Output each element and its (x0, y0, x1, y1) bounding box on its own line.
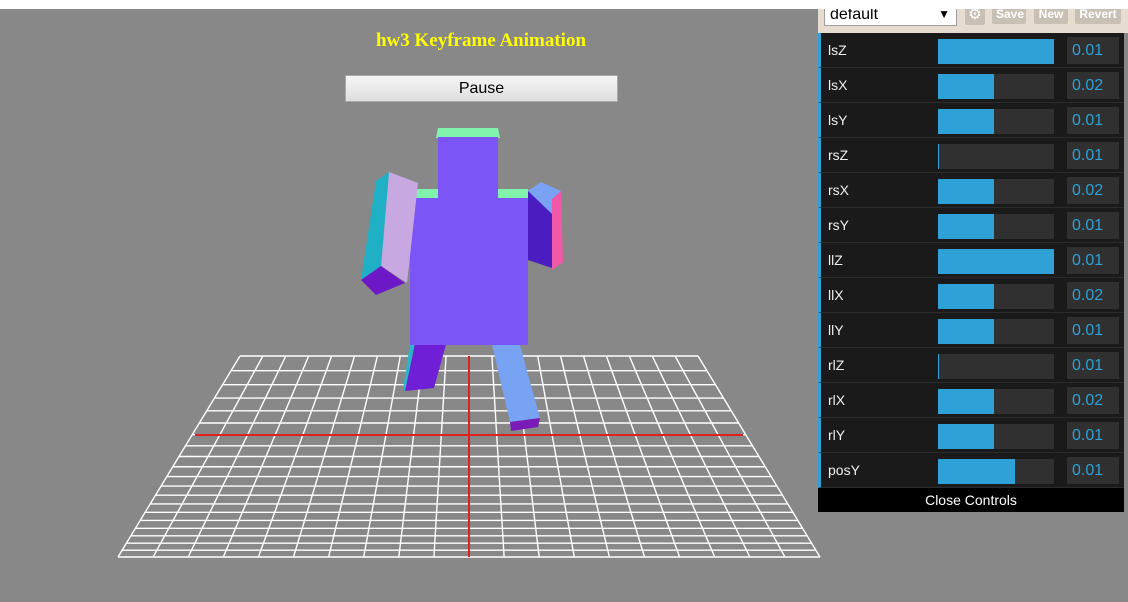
control-row-rlX: rlX 0.02 (818, 383, 1124, 418)
number-input-rlX[interactable]: 0.02 (1067, 387, 1119, 414)
control-label: rlX (828, 392, 846, 408)
number-input-rlY[interactable]: 0.01 (1067, 422, 1119, 449)
number-input-lsX[interactable]: 0.02 (1067, 72, 1119, 99)
slider-rlZ[interactable] (938, 354, 1054, 379)
head (438, 137, 498, 207)
control-label: rsZ (828, 147, 849, 163)
slider-lsY[interactable] (938, 109, 1054, 134)
slider-llX[interactable] (938, 284, 1054, 309)
slider-fill (938, 144, 939, 169)
number-input-lsY[interactable]: 0.01 (1067, 107, 1119, 134)
slider-fill (938, 39, 1054, 64)
number-input-llY[interactable]: 0.01 (1067, 317, 1119, 344)
number-input-rsX[interactable]: 0.02 (1067, 177, 1119, 204)
slider-posY[interactable] (938, 459, 1054, 484)
right-leg (490, 336, 540, 422)
caret-down-icon: ▼ (938, 9, 950, 21)
slider-fill (938, 459, 1015, 484)
control-label: llX (828, 287, 844, 303)
slider-fill (938, 319, 994, 344)
torso (410, 198, 528, 345)
control-row-rlZ: rlZ 0.01 (818, 348, 1124, 383)
new-button[interactable]: New (1034, 9, 1068, 24)
number-input-rsY[interactable]: 0.01 (1067, 212, 1119, 239)
control-row-llY: llY 0.01 (818, 313, 1124, 348)
slider-lsX[interactable] (938, 74, 1054, 99)
slider-fill (938, 389, 994, 414)
slider-fill (938, 424, 994, 449)
control-label: rsY (828, 217, 849, 233)
control-label: lsY (828, 112, 848, 128)
gui-controls-panel: lsZ 0.01 lsX 0.02 lsY 0.01 rsZ 0.01 rsX 0.02 rsY 0.… (818, 33, 1124, 512)
slider-fill (938, 284, 994, 309)
number-input-lsZ[interactable]: 0.01 (1067, 37, 1119, 64)
control-row-rlY: rlY 0.01 (818, 418, 1124, 453)
slider-rlY[interactable] (938, 424, 1054, 449)
slider-rsZ[interactable] (938, 144, 1054, 169)
slider-fill (938, 109, 994, 134)
slider-llZ[interactable] (938, 249, 1054, 274)
ground-grid (117, 355, 821, 558)
revert-button[interactable]: Revert (1075, 9, 1121, 24)
control-label: llZ (828, 252, 843, 268)
control-label: lsZ (828, 42, 847, 58)
number-input-rlZ[interactable]: 0.01 (1067, 352, 1119, 379)
control-label: rlZ (828, 357, 845, 373)
control-label: rsX (828, 182, 849, 198)
control-row-rsZ: rsZ 0.01 (818, 138, 1124, 173)
control-row-lsZ: lsZ 0.01 (818, 33, 1124, 68)
robot-figure (361, 128, 563, 431)
slider-lsZ[interactable] (938, 39, 1054, 64)
slider-fill (938, 354, 939, 379)
save-button[interactable]: Save (992, 9, 1026, 24)
number-input-llZ[interactable]: 0.01 (1067, 247, 1119, 274)
gui-topbar: default ▼ ⚙ Save New Revert (818, 9, 1128, 33)
slider-fill (938, 249, 1054, 274)
control-row-lsY: lsY 0.01 (818, 103, 1124, 138)
slider-fill (938, 179, 994, 204)
preset-select[interactable]: default ▼ (824, 9, 957, 26)
slider-rsY[interactable] (938, 214, 1054, 239)
slider-fill (938, 74, 994, 99)
gear-icon[interactable]: ⚙ (965, 9, 985, 25)
slider-rsX[interactable] (938, 179, 1054, 204)
number-input-posY[interactable]: 0.01 (1067, 457, 1119, 484)
control-row-llZ: llZ 0.01 (818, 243, 1124, 278)
control-label: lsX (828, 77, 848, 93)
slider-fill (938, 214, 994, 239)
close-controls-button[interactable]: Close Controls (818, 488, 1124, 512)
control-row-lsX: lsX 0.02 (818, 68, 1124, 103)
control-row-rsY: rsY 0.01 (818, 208, 1124, 243)
head-top-face (436, 128, 500, 138)
control-label: rlY (828, 427, 846, 443)
control-row-rsX: rsX 0.02 (818, 173, 1124, 208)
control-label: posY (828, 462, 860, 478)
render-viewport[interactable]: hw3 Keyframe Animation Pause default ▼ ⚙… (0, 9, 1128, 602)
slider-llY[interactable] (938, 319, 1054, 344)
number-input-llX[interactable]: 0.02 (1067, 282, 1119, 309)
control-row-posY: posY 0.01 (818, 453, 1124, 488)
slider-rlX[interactable] (938, 389, 1054, 414)
number-input-rsZ[interactable]: 0.01 (1067, 142, 1119, 169)
control-row-llX: llX 0.02 (818, 278, 1124, 313)
control-label: llY (828, 322, 844, 338)
preset-value: default (830, 9, 879, 23)
